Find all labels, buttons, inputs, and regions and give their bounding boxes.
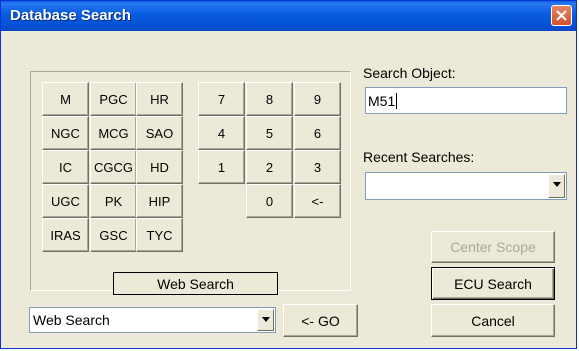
digit-button-2[interactable]: 2 (246, 150, 293, 184)
recent-searches-label: Recent Searches: (363, 149, 475, 165)
close-icon (556, 10, 567, 21)
ecu-search-button[interactable]: ECU Search (431, 267, 555, 300)
cancel-button[interactable]: Cancel (431, 304, 555, 337)
catalog-button-ic[interactable]: IC (42, 150, 89, 184)
catalog-button-pk[interactable]: PK (90, 184, 137, 218)
digit-button-0[interactable]: 0 (246, 184, 293, 218)
catalog-button-mcg[interactable]: MCG (90, 116, 137, 150)
window-title: Database Search (10, 7, 131, 24)
web-search-dropdown-value: Web Search (33, 312, 110, 328)
digit-button-7[interactable]: 7 (198, 82, 245, 116)
web-search-dropdown-arrow[interactable] (257, 309, 274, 331)
recent-searches-arrow[interactable] (548, 174, 565, 198)
catalog-button-ugc[interactable]: UGC (42, 184, 89, 218)
catalog-button-m[interactable]: M (42, 82, 89, 116)
backspace-button[interactable]: <- (294, 184, 341, 218)
dialog-body: M PGC HR NGC MCG SAO IC CGCG HD UGC PK HIP IRAS GSC TY… (4, 31, 573, 345)
catalog-button-iras[interactable]: IRAS (42, 218, 89, 252)
center-scope-button[interactable]: Center Scope (431, 231, 555, 263)
recent-searches-dropdown[interactable] (365, 172, 567, 200)
search-object-value: M51 (368, 92, 396, 109)
catalog-button-hip[interactable]: HIP (136, 184, 183, 218)
digit-button-9[interactable]: 9 (294, 82, 341, 116)
catalog-button-tyc[interactable]: TYC (136, 218, 183, 252)
digit-button-1[interactable]: 1 (198, 150, 245, 184)
digit-button-8[interactable]: 8 (246, 82, 293, 116)
catalog-button-cgcg[interactable]: CGCG (90, 150, 137, 184)
chevron-down-icon (553, 182, 561, 187)
catalog-button-hr[interactable]: HR (136, 82, 183, 116)
digit-button-5[interactable]: 5 (246, 116, 293, 150)
catalog-button-hd[interactable]: HD (136, 150, 183, 184)
close-button[interactable] (551, 5, 572, 26)
text-cursor (396, 92, 398, 109)
go-button[interactable]: <- GO (283, 304, 358, 337)
catalog-keypad: M PGC HR NGC MCG SAO IC CGCG HD UGC PK HIP IRAS GSC TY… (30, 71, 351, 291)
digit-button-3[interactable]: 3 (294, 150, 341, 184)
catalog-button-sao[interactable]: SAO (136, 116, 183, 150)
search-object-label: Search Object: (363, 65, 456, 81)
search-object-input[interactable]: M51 (365, 87, 567, 114)
digit-button-4[interactable]: 4 (198, 116, 245, 150)
digit-button-6[interactable]: 6 (294, 116, 341, 150)
database-search-window: Database Search M PGC HR NGC MCG SAO IC CGCG HD U… (0, 0, 577, 349)
web-search-dropdown[interactable]: Web Search (29, 307, 276, 333)
catalog-button-pgc[interactable]: PGC (90, 82, 137, 116)
title-bar[interactable]: Database Search (1, 1, 576, 31)
web-search-status: Web Search (113, 272, 278, 295)
chevron-down-icon (262, 317, 270, 322)
catalog-button-gsc[interactable]: GSC (90, 218, 137, 252)
catalog-button-ngc[interactable]: NGC (42, 116, 89, 150)
